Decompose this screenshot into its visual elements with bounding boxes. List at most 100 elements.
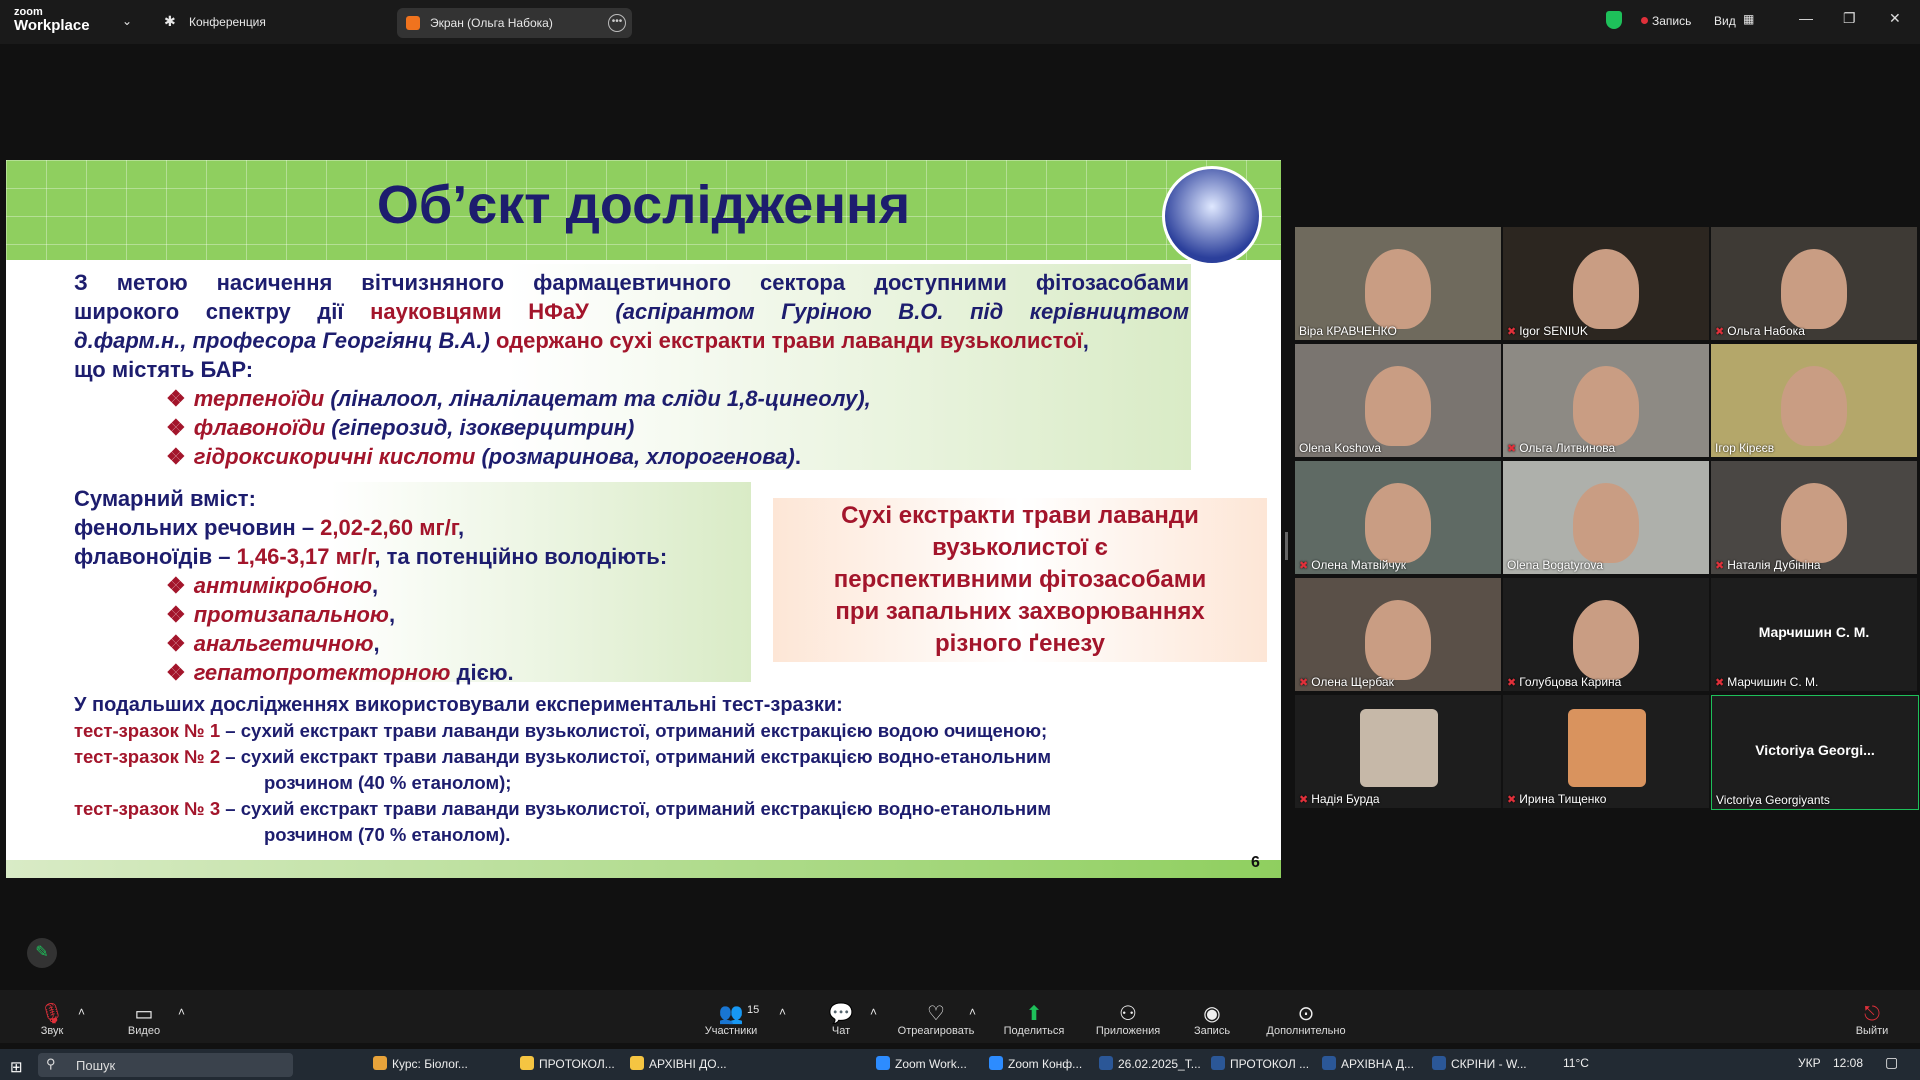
taskbar-app-item[interactable]: АРХІВНІ ДО...: [630, 1056, 727, 1071]
taskbar-app-item[interactable]: 26.02.2025_Т...: [1099, 1056, 1201, 1071]
participant-tile[interactable]: Віра КРАВЧЕНКО: [1295, 227, 1501, 340]
taskbar-app-item[interactable]: ПРОТОКОЛ...: [520, 1056, 615, 1071]
participant-name: Olena Bogatyrova: [1507, 558, 1603, 572]
minimize-icon[interactable]: —: [1799, 10, 1813, 26]
participant-tile[interactable]: Ігор Кірєєв: [1711, 344, 1917, 457]
mic-muted-icon: 🎙: [39, 1003, 65, 1025]
shared-slide: Об’єкт дослідження З метою насичення віт…: [6, 160, 1281, 878]
grid-view-icon[interactable]: ▦: [1743, 12, 1754, 26]
notifications-icon[interactable]: ▢: [1885, 1054, 1898, 1071]
taskbar-search-box[interactable]: ⚲ Пошук: [38, 1053, 293, 1077]
audio-button[interactable]: 🎙 Звук: [38, 1003, 66, 1037]
taskbar-app-label: СКРІНИ - W...: [1451, 1057, 1527, 1071]
bullet-icon: ❖: [166, 660, 186, 685]
chevron-down-icon[interactable]: ⌄: [122, 14, 132, 28]
participant-tile[interactable]: ✖ Ирина Тищенко: [1503, 695, 1709, 808]
video-options-icon[interactable]: ˄: [178, 1005, 185, 1019]
slide-page-number: 6: [1251, 854, 1260, 871]
samples-section: У подальших дослідженнях використовували…: [74, 692, 1274, 848]
taskbar-app-item[interactable]: АРХІВНА Д...: [1322, 1056, 1414, 1071]
participant-tile[interactable]: Марчишин С. М. ✖ Марчишин С. М.: [1711, 578, 1917, 691]
participant-tile[interactable]: ✖ Олена Матвійчук: [1295, 461, 1501, 574]
weather-label[interactable]: 11°C: [1563, 1056, 1589, 1070]
react-button[interactable]: ♡ Отреагировать: [893, 1003, 979, 1037]
sharing-label: Экран (Ольга Набока): [430, 16, 553, 30]
participant-tile[interactable]: ✖ Наталія Дубініна: [1711, 461, 1917, 574]
participant-name: ✖ Ирина Тищенко: [1507, 792, 1606, 806]
participant-tile[interactable]: ✖ Олена Щербак: [1295, 578, 1501, 691]
mic-muted-icon: ✖: [1299, 794, 1309, 806]
language-label[interactable]: УКР: [1798, 1056, 1821, 1070]
record-button[interactable]: ◉ Запись: [1192, 1003, 1232, 1037]
more-button[interactable]: ⊙ Дополнительно: [1262, 1003, 1350, 1037]
share-button[interactable]: ⬆ Поделиться: [1000, 1003, 1068, 1037]
bullet-term: терпеноїди: [193, 386, 325, 411]
shield-icon[interactable]: [1606, 11, 1622, 29]
close-icon[interactable]: ✕: [1889, 10, 1901, 27]
conference-label[interactable]: Конференция: [189, 15, 266, 29]
taskbar-app-item[interactable]: Zoom Конф...: [989, 1056, 1082, 1071]
intro-text: ,: [1082, 328, 1089, 353]
participant-video-face: [1781, 483, 1847, 563]
intro-highlight: одержано сухі екстракти трави лаванди ву…: [489, 328, 1083, 353]
sample-desc: – сухий екстракт трави лаванди вузьколис…: [220, 720, 1048, 741]
meeting-info-icon[interactable]: ✱: [164, 13, 176, 30]
react-options-icon[interactable]: ˄: [969, 1005, 976, 1019]
participant-tile[interactable]: Olena Koshova: [1295, 344, 1501, 457]
windows-start-icon[interactable]: ⊞: [10, 1058, 23, 1076]
participant-name-text: Ирина Тищенко: [1519, 792, 1607, 806]
annotate-icon[interactable]: ✎: [27, 938, 57, 968]
taskbar-app-label: ПРОТОКОЛ ...: [1230, 1057, 1310, 1071]
participant-video-face: [1365, 249, 1431, 329]
participant-tile[interactable]: Olena Bogatyrova: [1503, 461, 1709, 574]
participant-tile[interactable]: ✖ Голубцова Карина: [1503, 578, 1709, 691]
taskbar-app-label: Zoom Work...: [895, 1057, 967, 1071]
restore-icon[interactable]: ❐: [1843, 10, 1856, 27]
more-icon[interactable]: •••: [608, 14, 626, 32]
taskbar-app-item[interactable]: Zoom Work...: [876, 1056, 967, 1071]
intro-line-1: З метою насичення вітчизняного фармацевт…: [74, 270, 1189, 295]
audio-options-icon[interactable]: ˄: [78, 1005, 85, 1019]
participant-avatar: [1568, 709, 1646, 787]
participant-tile[interactable]: Victoriya Georgi... Victoriya Georgiyants: [1711, 695, 1919, 810]
intro-highlight: науковцями НФаУ: [370, 299, 589, 324]
participant-tile[interactable]: ✖ Igor SENIUK: [1503, 227, 1709, 340]
taskbar-app-item[interactable]: ПРОТОКОЛ ...: [1211, 1056, 1309, 1071]
summary-text: флавоноїдів –: [74, 544, 237, 569]
gallery-splitter[interactable]: [1285, 532, 1288, 560]
chat-button[interactable]: 💬 Чат: [826, 1003, 856, 1037]
summary-value: 1,46-3,17 мг/г: [236, 544, 375, 569]
clock-label[interactable]: 12:08: [1833, 1056, 1863, 1070]
activity-term: протизапальною: [193, 602, 389, 627]
activity-term: антимікробною: [193, 573, 373, 598]
samples-title: У подальших дослідженнях використовували…: [74, 694, 843, 716]
video-button[interactable]: ▭ Видео: [126, 1003, 162, 1037]
record-status[interactable]: Запись: [1652, 14, 1691, 28]
apps-button[interactable]: ⚇ Приложения: [1090, 1003, 1166, 1037]
apps-icon: ⚇: [1119, 1003, 1137, 1025]
participant-name: Ігор Кірєєв: [1715, 441, 1774, 455]
participant-tile[interactable]: ✖ Ольга Литвинова: [1503, 344, 1709, 457]
participants-count: 15: [747, 1004, 760, 1016]
participants-options-icon[interactable]: ˄: [779, 1005, 786, 1019]
bar-bullet-3: ❖ гідроксикоричні кислоти (розмаринова, х…: [74, 442, 1189, 471]
participant-name: ✖ Наталія Дубініна: [1715, 558, 1821, 572]
participant-tile[interactable]: ✖ Ольга Набока: [1711, 227, 1917, 340]
chat-options-icon[interactable]: ˄: [870, 1005, 877, 1019]
participant-tile[interactable]: ✖ Надія Бурда: [1295, 695, 1501, 808]
participant-name: Victoriya Georgiyants: [1716, 793, 1830, 807]
record-dot-icon: [1641, 17, 1648, 24]
intro-text: широкого спектру дії: [74, 299, 371, 324]
activity-term: гепатопротекторною: [193, 660, 451, 685]
screen-share-pill[interactable]: Экран (Ольга Набока) •••: [397, 8, 632, 38]
taskbar-app-label: 26.02.2025_Т...: [1118, 1057, 1201, 1071]
view-button[interactable]: Вид: [1714, 14, 1736, 28]
bullet-icon: ❖: [166, 415, 186, 440]
taskbar-app-item[interactable]: СКРІНИ - W...: [1432, 1056, 1527, 1071]
brand-line-2: Workplace: [14, 17, 90, 34]
leave-icon: ⎋: [1864, 1003, 1880, 1025]
taskbar-app-item[interactable]: Курс: Біолог...: [373, 1056, 468, 1071]
activity-end: дією.: [450, 660, 514, 685]
leave-button[interactable]: ⎋ Выйти: [1854, 1003, 1890, 1037]
bullet-icon: ❖: [166, 573, 186, 598]
